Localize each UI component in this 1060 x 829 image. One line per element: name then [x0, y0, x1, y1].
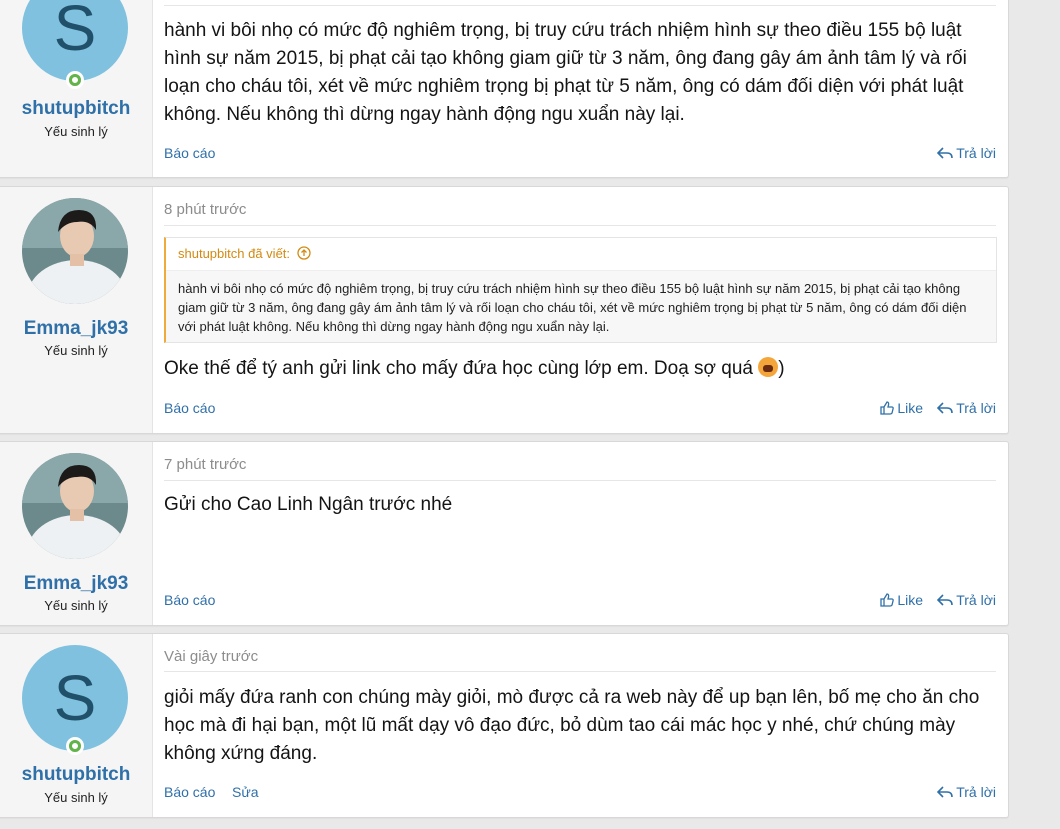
- post-body: Oke thế để tý anh gửi link cho mấy đứa h…: [164, 355, 986, 383]
- avatar[interactable]: S: [22, 645, 128, 751]
- like-label: Like: [897, 400, 923, 416]
- reply-icon: [937, 786, 954, 798]
- avatar-photo: [22, 198, 128, 304]
- quote-block: shutupbitch đã viết: hành vi bôi nhọ có …: [164, 237, 997, 343]
- avatar-letter: S: [53, 0, 97, 64]
- post: S shutupbitch Yếu sinh lý hành vi bôi nh…: [0, 0, 1009, 178]
- reply-label: Trả lời: [956, 400, 996, 416]
- post: S shutupbitch Yếu sinh lý Vài giây trước…: [0, 633, 1009, 818]
- avatar[interactable]: S: [22, 0, 128, 81]
- username[interactable]: shutupbitch: [0, 764, 152, 786]
- post: Emma_jk93 Yếu sinh lý 8 phút trước shutu…: [0, 186, 1009, 434]
- post-body: giỏi mấy đứa ranh con chúng mày giỏi, mò…: [164, 687, 980, 764]
- post-time[interactable]: 8 phút trước: [164, 201, 246, 218]
- reply-button[interactable]: Trả lời: [937, 145, 996, 161]
- post-actions: Báo cáo Like Trả lời: [164, 400, 996, 420]
- post-actions: Báo cáo Trả lời: [164, 145, 996, 165]
- thumbs-up-icon: [880, 593, 895, 607]
- user-title: Yếu sinh lý: [44, 343, 108, 358]
- avatar-letter: S: [53, 662, 97, 734]
- user-cell: S shutupbitch Yếu sinh lý: [0, 0, 153, 177]
- reply-button[interactable]: Trả lời: [937, 592, 996, 608]
- quote-header[interactable]: shutupbitch đã viết:: [166, 238, 996, 271]
- reply-button[interactable]: Trả lời: [937, 784, 996, 800]
- report-link[interactable]: Báo cáo: [164, 784, 215, 800]
- online-status-icon: [66, 737, 84, 755]
- user-cell: Emma_jk93 Yếu sinh lý: [0, 187, 153, 433]
- avatar-photo: [22, 453, 128, 559]
- reply-button[interactable]: Trả lời: [937, 400, 996, 416]
- avatar[interactable]: [22, 453, 128, 559]
- thumbs-up-icon: [880, 401, 895, 415]
- post-body-text: Oke thế để tý anh gửi link cho mấy đứa h…: [164, 358, 753, 379]
- user-title: Yếu sinh lý: [44, 790, 108, 805]
- quote-text: hành vi bôi nhọ có mức độ nghiêm trọng, …: [178, 281, 967, 334]
- avatar[interactable]: [22, 198, 128, 304]
- post-time[interactable]: 7 phút trước: [164, 456, 246, 473]
- post: Emma_jk93 Yếu sinh lý 7 phút trước Gửi c…: [0, 441, 1009, 626]
- post-actions: Báo cáo Sửa Trả lời: [164, 784, 996, 804]
- post-time[interactable]: Vài giây trước: [164, 648, 258, 665]
- post-body: hành vi bôi nhọ có mức độ nghiêm trọng, …: [164, 20, 967, 125]
- post-body: Gửi cho Cao Linh Ngân trước nhé: [164, 494, 453, 515]
- reply-label: Trả lời: [956, 145, 996, 161]
- report-link[interactable]: Báo cáo: [164, 592, 215, 608]
- reply-icon: [937, 147, 954, 159]
- divider: [164, 671, 996, 672]
- post-body-suffix: ): [778, 358, 785, 379]
- post-actions: Báo cáo Like Trả lời: [164, 592, 996, 612]
- user-cell: Emma_jk93 Yếu sinh lý: [0, 442, 153, 625]
- reply-label: Trả lời: [956, 784, 996, 800]
- reply-icon: [937, 402, 954, 414]
- user-cell: S shutupbitch Yếu sinh lý: [0, 634, 153, 817]
- user-title: Yếu sinh lý: [44, 124, 108, 139]
- user-title: Yếu sinh lý: [44, 598, 108, 613]
- arrow-up-circle-icon: [297, 246, 311, 260]
- divider: [164, 480, 996, 481]
- like-button[interactable]: Like: [880, 592, 923, 608]
- scared-emoji-icon: [758, 357, 779, 377]
- divider: [164, 5, 996, 6]
- online-status-icon: [66, 71, 84, 89]
- like-label: Like: [897, 592, 923, 608]
- edit-link[interactable]: Sửa: [232, 784, 259, 800]
- like-button[interactable]: Like: [880, 400, 923, 416]
- username[interactable]: shutupbitch: [0, 98, 152, 120]
- username[interactable]: Emma_jk93: [0, 318, 152, 340]
- report-link[interactable]: Báo cáo: [164, 145, 215, 161]
- username[interactable]: Emma_jk93: [0, 573, 152, 595]
- reply-label: Trả lời: [956, 592, 996, 608]
- quote-author: shutupbitch đã viết:: [178, 246, 291, 261]
- divider: [164, 225, 996, 226]
- reply-icon: [937, 594, 954, 606]
- report-link[interactable]: Báo cáo: [164, 400, 215, 416]
